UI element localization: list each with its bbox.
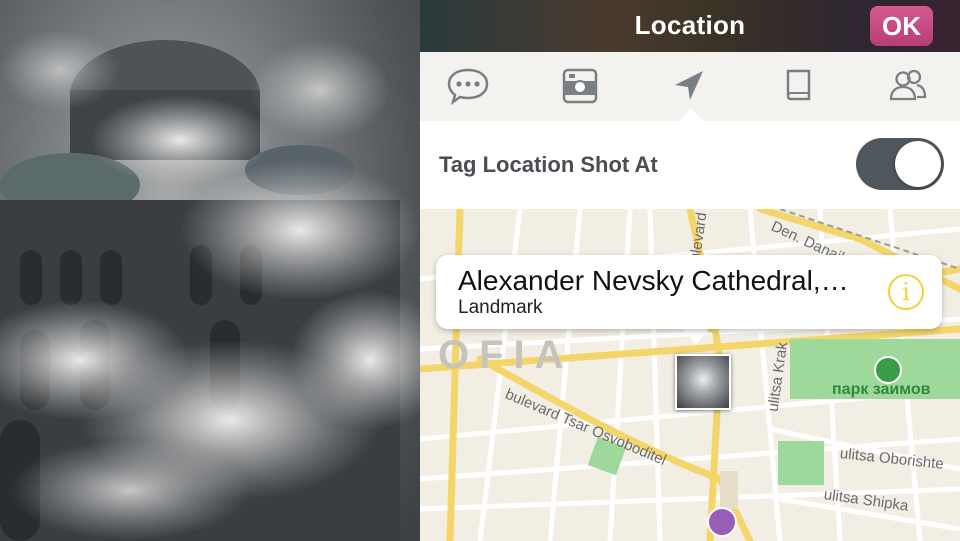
- info-icon[interactable]: i: [888, 274, 924, 310]
- tag-location-label: Tag Location Shot At: [439, 152, 658, 177]
- callout-arrow: [682, 327, 710, 345]
- ok-button[interactable]: OK: [870, 6, 933, 46]
- park-tree-icon: [874, 356, 902, 384]
- speech-bubble-icon: [447, 68, 489, 106]
- tag-location-row: Tag Location Shot At: [420, 121, 960, 209]
- tab-notes[interactable]: [775, 64, 823, 108]
- camera-icon: [562, 68, 598, 104]
- tab-photo[interactable]: [556, 64, 604, 108]
- nav-header: Location OK: [420, 0, 960, 52]
- map-view[interactable]: OFIA bulevard Tsar Osvoboditel ulitsa Ob…: [420, 209, 960, 541]
- cathedral-photo: [0, 0, 420, 541]
- cathedral-illustration: [0, 0, 420, 541]
- selected-tab-indicator: [678, 108, 704, 122]
- location-callout[interactable]: Alexander Nevsky Cathedral,… Landmark i: [436, 255, 942, 329]
- park-label: парк заимов: [832, 381, 931, 398]
- metro-station-icon: [707, 507, 737, 537]
- location-panel: Location OK Tag Location Shot At OFIA bu…: [420, 0, 960, 541]
- location-arrow-icon: [675, 71, 703, 100]
- tab-location[interactable]: [665, 64, 713, 108]
- photo-location-pin[interactable]: [675, 354, 731, 410]
- callout-subtitle: Landmark: [458, 297, 543, 318]
- city-label: OFIA: [438, 333, 574, 377]
- tab-people[interactable]: [884, 64, 932, 108]
- callout-title: Alexander Nevsky Cathedral,…: [458, 265, 849, 296]
- toggle-knob: [895, 141, 941, 187]
- notebook-icon: [786, 69, 811, 101]
- tag-location-toggle[interactable]: [856, 138, 944, 190]
- tab-comment[interactable]: [444, 64, 492, 108]
- people-icon: [889, 69, 927, 101]
